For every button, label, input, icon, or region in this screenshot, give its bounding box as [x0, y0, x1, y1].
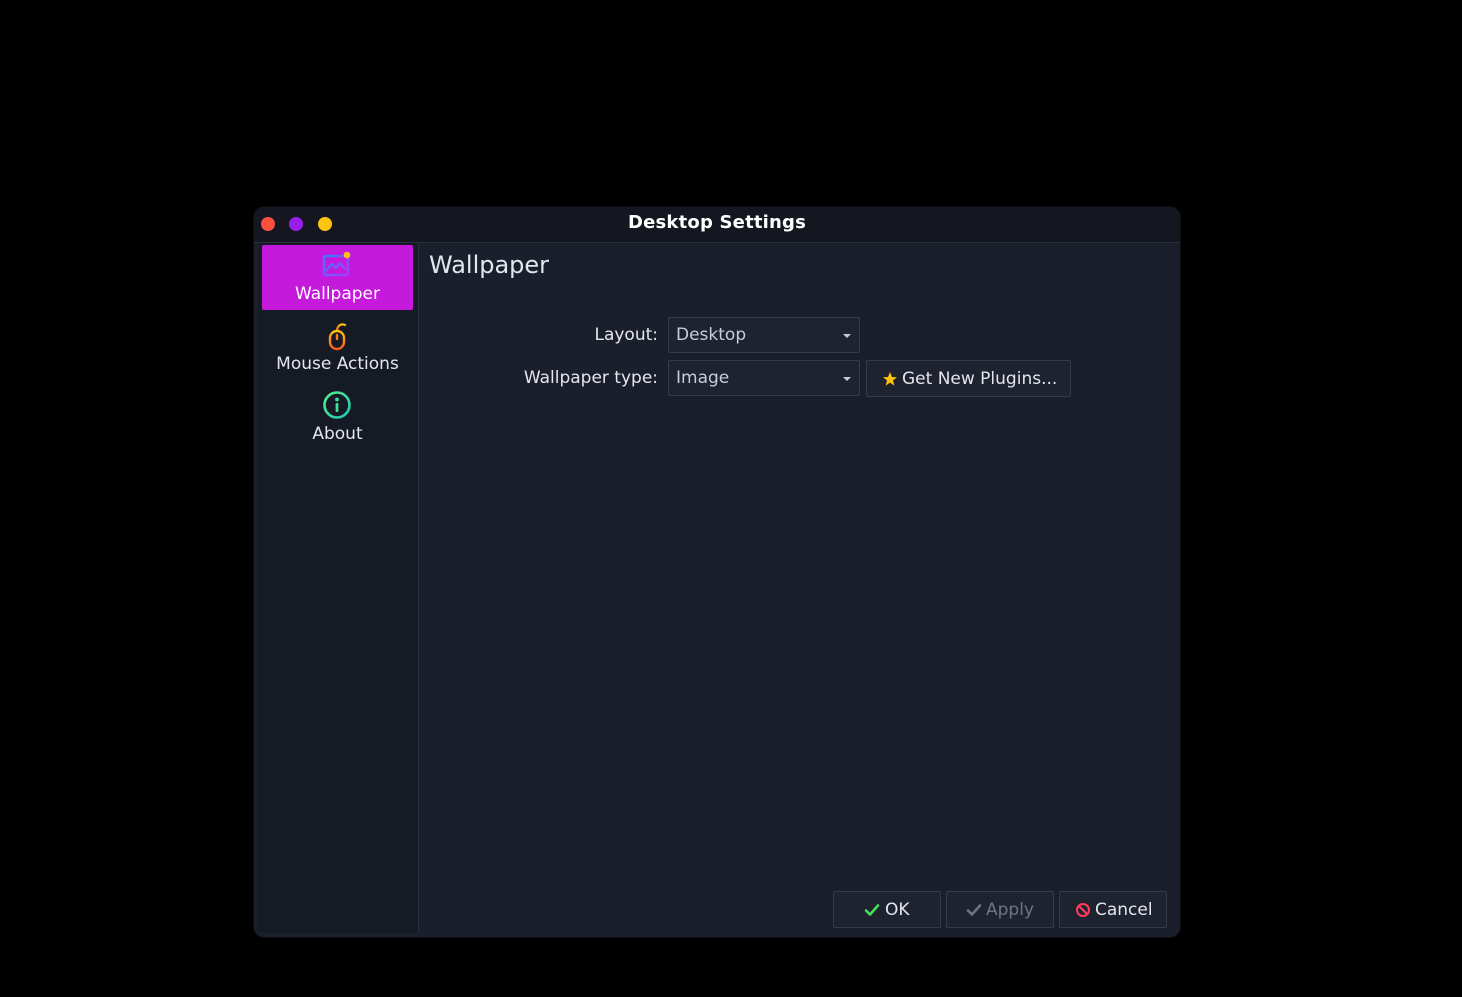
sidebar-item-mouse-actions[interactable]: Mouse Actions: [262, 315, 413, 380]
wallpaper-icon: [322, 251, 351, 277]
apply-label: Apply: [986, 900, 1034, 920]
get-new-plugins-button[interactable]: Get New Plugins...: [866, 360, 1071, 397]
layout-label: Layout:: [594, 325, 658, 345]
wallpaper-type-select[interactable]: Image: [668, 360, 860, 396]
cancel-icon: [1076, 903, 1090, 917]
get-new-plugins-label: Get New Plugins...: [902, 369, 1058, 389]
desktop-settings-window: Desktop Settings Wallpaper Mouse Actions…: [254, 207, 1180, 937]
cancel-label: Cancel: [1095, 900, 1153, 920]
sidebar-item-label: Wallpaper: [294, 284, 381, 304]
sidebar-item-label: Mouse Actions: [276, 354, 399, 374]
mouse-icon: [328, 323, 347, 351]
apply-button[interactable]: Apply: [946, 891, 1054, 928]
layout-select[interactable]: Desktop: [668, 317, 860, 353]
wallpaper-type-label: Wallpaper type:: [523, 368, 658, 388]
sidebar: Wallpaper Mouse Actions About: [258, 243, 419, 933]
chevron-down-icon: [843, 377, 851, 381]
check-icon: [864, 904, 880, 916]
check-icon: [966, 904, 982, 916]
window-title: Desktop Settings: [627, 212, 807, 233]
page-title: Wallpaper: [429, 251, 550, 279]
sidebar-item-about[interactable]: About: [262, 385, 413, 450]
ok-button[interactable]: OK: [833, 891, 941, 928]
info-icon: [323, 391, 351, 419]
cancel-button[interactable]: Cancel: [1059, 891, 1167, 928]
main-content: Wallpaper Layout: Desktop Wallpaper type…: [419, 243, 1176, 933]
chevron-down-icon: [843, 334, 851, 338]
sidebar-item-wallpaper[interactable]: Wallpaper: [262, 245, 413, 310]
sidebar-item-label: About: [312, 424, 363, 444]
ok-label: OK: [885, 900, 910, 920]
star-icon: [883, 372, 897, 386]
wallpaper-type-select-value: Image: [676, 368, 730, 388]
layout-select-value: Desktop: [676, 325, 747, 345]
title-bar[interactable]: Desktop Settings: [254, 207, 1180, 243]
